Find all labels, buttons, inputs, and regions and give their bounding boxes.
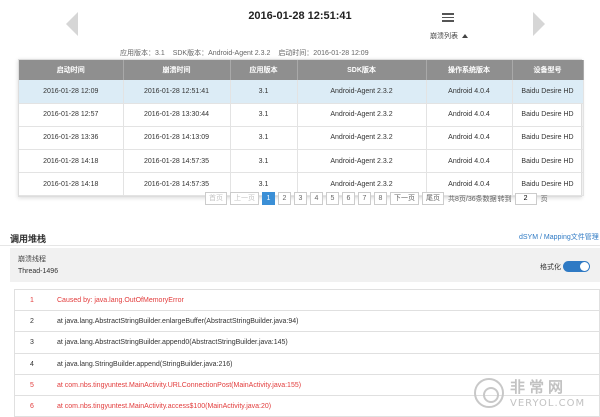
stack-line-number: 3 [30,339,34,347]
crash-time-title: 2016-01-28 12:51:41 [248,10,352,22]
column-header: 操作系统版本 [426,60,513,80]
page-unit: 页 [540,195,548,203]
table-cell: 3.1 [230,103,298,127]
format-toggle[interactable] [563,261,590,272]
table-cell: 2016-01-28 12:09 [19,80,124,104]
table-cell: 2016-01-28 14:57:35 [123,149,231,174]
table-cell: Android 4.0.4 [426,149,513,174]
prev-page-button[interactable]: 上一页 [230,192,259,205]
stack-line: 1 Caused by: java.lang.OutOfMemoryError [15,290,599,312]
next-page-button[interactable]: 下一页 [390,192,419,205]
stack-line: 3 at java.lang.AbstractStringBuilder.appe… [15,332,599,354]
watermark-logo-icon [474,378,504,408]
goto-label: 转到 [497,195,512,203]
crash-list-toggle[interactable]: 崩溃列表 [430,31,468,41]
crash-list-dropdown: 启动时间 崩溃时间 应用版本 SDK版本 操作系统版本 设备型号 2016-01… [18,59,584,198]
column-header: 设备型号 [512,60,584,80]
table-cell: Android 4.0.4 [426,80,513,104]
watermark-cn: 非常网 [510,378,568,396]
thread-name: Thread-1496 [18,268,59,275]
pagination: 首页 上一页 1 2 3 4 5 6 7 8 下一页 尾页 共8页/36条数据 … [205,192,548,205]
stack-line-text: at java.lang.AbstractStringBuilder.enlar… [57,318,299,326]
app-version: 应用版本：3.1 [120,50,165,57]
column-header: 启动时间 [19,60,124,80]
page-button-3[interactable]: 3 [294,192,307,205]
table-cell: Android-Agent 2.3.2 [297,149,427,174]
thread-label: 崩溃线程 [18,256,46,263]
crash-meta-line: 应用版本：3.1 SDK版本：Android-Agent 2.3.2 启动时间：… [120,48,375,58]
table-cell: 2016-01-28 13:30:44 [123,103,231,127]
stack-line-number: 4 [30,360,34,368]
watermark-en: VERYOL.COM [510,398,586,409]
page-button-4[interactable]: 4 [310,192,323,205]
toggle-knob [580,262,589,271]
call-stack-title: 调用堆栈 [10,234,47,244]
table-cell: Baidu Desire HD [512,103,584,127]
table-cell: Baidu Desire HD [512,149,584,174]
column-header: SDK版本 [297,60,427,80]
table-cell: 2016-01-28 14:18 [19,149,124,174]
table-cell: Android-Agent 2.3.2 [297,126,427,151]
stack-line-number: 5 [30,381,34,389]
goto-page-input[interactable] [514,192,537,205]
table-cell: 2016-01-28 12:51:41 [123,80,231,104]
table-cell: 3.1 [230,149,298,174]
crash-table: 启动时间 崩溃时间 应用版本 SDK版本 操作系统版本 设备型号 2016-01… [19,60,584,197]
table-cell: 3.1 [230,126,298,151]
table-cell: 2016-01-28 13:36 [19,126,124,151]
table-cell: Android-Agent 2.3.2 [297,80,427,104]
page-button-2[interactable]: 2 [278,192,291,205]
page-summary: 共8页/36条数据 [448,195,497,203]
table-row[interactable]: 2016-01-28 13:36 2016-01-28 14:13:09 3.1 An… [19,126,584,151]
stack-line-text: Caused by: java.lang.OutOfMemoryError [57,297,184,304]
table-cell: 3.1 [230,80,298,104]
caret-up-icon [462,34,468,39]
format-label: 格式化 [540,264,561,271]
page-button-1[interactable]: 1 [262,192,275,205]
table-row[interactable]: 2016-01-28 12:57 2016-01-28 13:30:44 3.1 An… [19,103,584,127]
table-cell: Android 4.0.4 [426,103,513,127]
start-time: 启动时间：2016-01-28 12:09 [278,50,369,57]
stack-line-number: 6 [30,402,34,410]
watermark: 非常网 VERYOL.COM [474,376,594,414]
table-cell: Baidu Desire HD [512,80,584,104]
crash-list-label: 崩溃列表 [430,33,458,40]
page-button-7[interactable]: 7 [358,192,371,205]
menu-icon[interactable] [442,13,454,24]
stack-line-number: 2 [30,318,34,326]
stack-line-text: at com.nbs.tingyuntest.MainActivity.URLC… [57,381,302,389]
page-button-6[interactable]: 6 [342,192,355,205]
table-row[interactable]: 2016-01-28 12:09 2016-01-28 12:51:41 3.1 An… [19,80,584,104]
table-cell: Android 4.0.4 [426,126,513,151]
column-header: 崩溃时间 [123,60,231,80]
table-header-row: 启动时间 崩溃时间 应用版本 SDK版本 操作系统版本 设备型号 [19,60,584,80]
stack-line-text: at java.lang.StringBuilder.append(String… [57,360,233,368]
page-button-8[interactable]: 8 [374,192,387,205]
column-header: 应用版本 [230,60,298,80]
last-page-button[interactable]: 尾页 [422,192,444,205]
table-cell: Baidu Desire HD [512,126,584,151]
stack-line-text: at com.nbs.tingyuntest.MainActivity.acce… [57,402,272,410]
stack-line-number: 1 [30,297,34,304]
table-cell: 2016-01-28 12:57 [19,103,124,127]
divider [0,245,600,246]
page-button-5[interactable]: 5 [326,192,339,205]
stack-line: 4 at java.lang.StringBuilder.append(Strin… [15,354,599,375]
table-cell: 2016-01-28 14:13:09 [123,126,231,151]
table-cell: 2016-01-28 14:18 [19,172,124,197]
crash-thread-panel: 崩溃线程 Thread-1496 格式化 [10,248,600,282]
dsym-mapping-link[interactable]: dSYM / Mapping文件管理 [519,232,599,242]
sdk-version: SDK版本：Android-Agent 2.3.2 [172,50,271,57]
table-row[interactable]: 2016-01-28 14:18 2016-01-28 14:57:35 3.1 An… [19,149,584,174]
first-page-button[interactable]: 首页 [205,192,227,205]
stack-line: 2 at java.lang.AbstractStringBuilder.enla… [15,311,599,333]
table-cell: Android-Agent 2.3.2 [297,103,427,127]
stack-line-text: at java.lang.AbstractStringBuilder.appen… [57,339,288,347]
